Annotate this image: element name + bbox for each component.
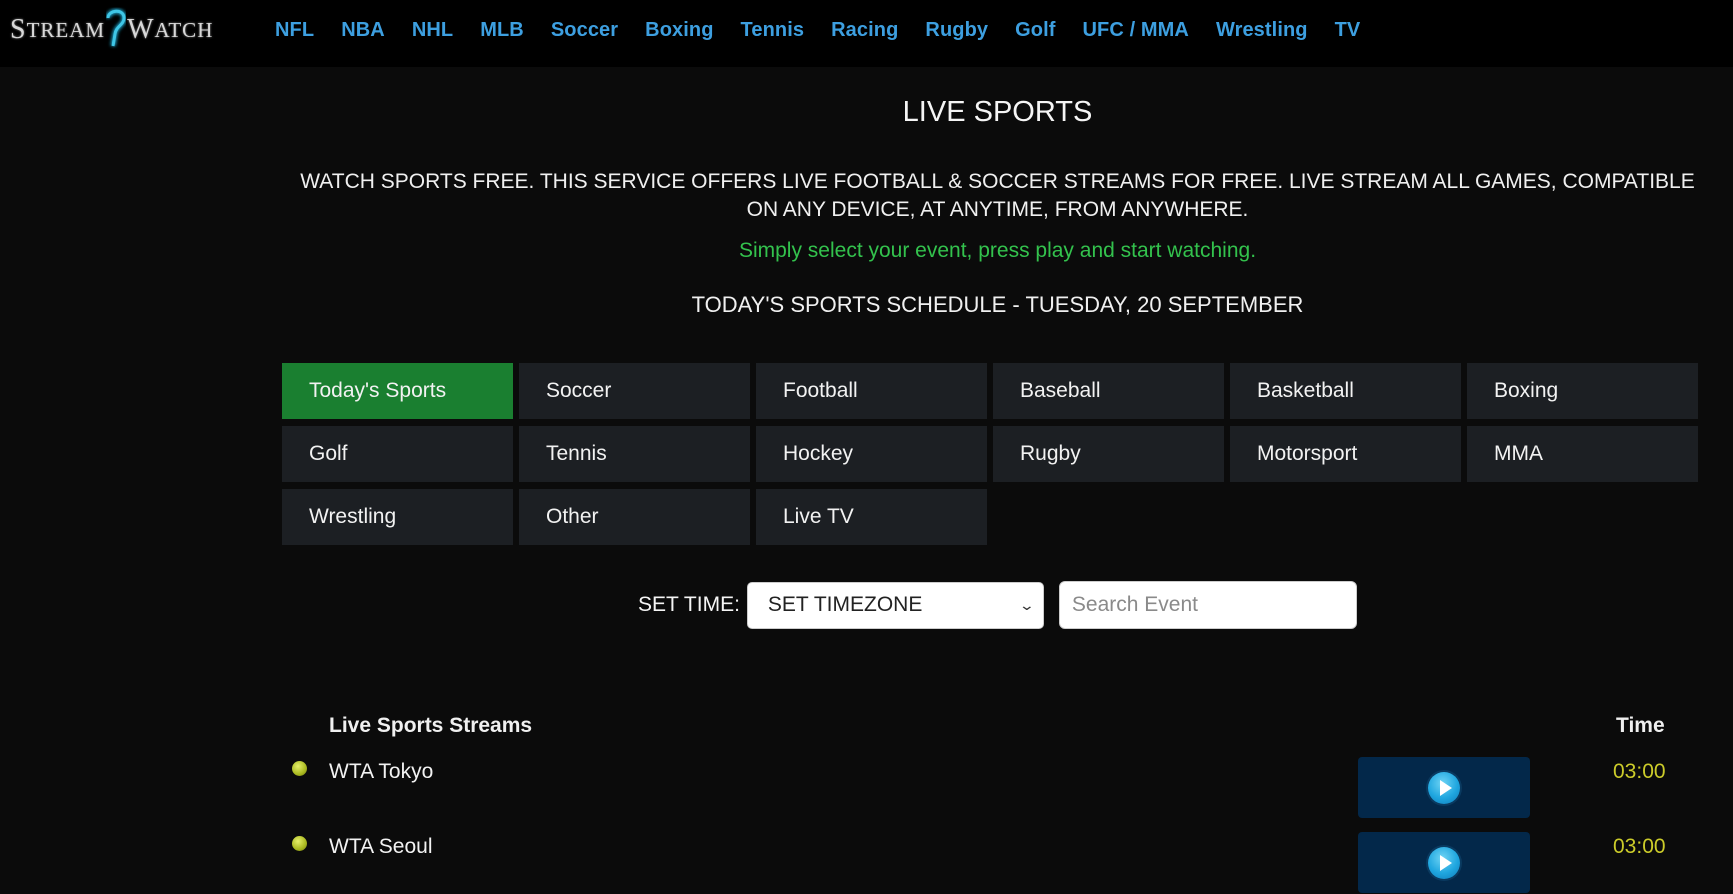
event-time: 03:00: [1613, 760, 1666, 783]
event-name[interactable]: WTA Tokyo: [329, 760, 433, 784]
event-row: WTA Tokyo 03:00: [0, 757, 1733, 819]
page-title: LIVE SPORTS: [902, 96, 1093, 128]
logo-text: TREAM: [26, 17, 106, 42]
nav-link-golf[interactable]: Golf: [1015, 19, 1055, 42]
nav-link-mlb[interactable]: MLB: [480, 19, 524, 42]
category-motorsport[interactable]: Motorsport: [1230, 426, 1461, 482]
tagline-text: Simply select your event, press play and…: [738, 239, 1257, 262]
site-logo[interactable]: S TREAM W ATCH: [10, 8, 214, 50]
event-time: 03:00: [1613, 835, 1666, 858]
play-button[interactable]: [1358, 832, 1530, 893]
category-other[interactable]: Other: [519, 489, 750, 545]
category-mma[interactable]: MMA: [1467, 426, 1698, 482]
category-football[interactable]: Football: [756, 363, 987, 419]
category-baseball[interactable]: Baseball: [993, 363, 1224, 419]
category-tennis[interactable]: Tennis: [519, 426, 750, 482]
event-row: WTA Seoul 03:00: [0, 832, 1733, 894]
logo-text: ATCH: [154, 17, 214, 42]
schedule-heading: TODAY'S SPORTS SCHEDULE - TUESDAY, 20 SE…: [691, 292, 1304, 317]
nav-link-ufc-mma[interactable]: UFC / MMA: [1083, 19, 1189, 42]
play-icon: [1428, 771, 1460, 804]
timezone-selected-value: SET TIMEZONE: [767, 593, 923, 616]
category-grid: Today's Sports Soccer Football Baseball …: [282, 363, 1698, 545]
logo-question-mark-icon: [103, 8, 129, 50]
top-navigation-bar: S TREAM W ATCH NFL NBA NHL MLB Soccer Boxi…: [0, 0, 1733, 67]
nav-link-tv[interactable]: TV: [1335, 19, 1361, 42]
nav-link-nfl[interactable]: NFL: [275, 19, 314, 42]
category-boxing[interactable]: Boxing: [1467, 363, 1698, 419]
chevron-down-icon: ⌄: [1018, 596, 1036, 613]
nav-link-wrestling[interactable]: Wrestling: [1216, 19, 1308, 42]
filter-bar: SET TIME: SET TIMEZONE ⌄: [638, 581, 1357, 629]
nav-link-boxing[interactable]: Boxing: [645, 19, 713, 42]
play-button[interactable]: [1358, 757, 1530, 818]
category-golf[interactable]: Golf: [282, 426, 513, 482]
nav-link-racing[interactable]: Racing: [831, 19, 898, 42]
tennis-ball-icon: [292, 836, 307, 851]
category-wrestling[interactable]: Wrestling: [282, 489, 513, 545]
nav-link-tennis[interactable]: Tennis: [741, 19, 805, 42]
nav-link-rugby[interactable]: Rugby: [925, 19, 988, 42]
category-todays-sports[interactable]: Today's Sports: [282, 363, 513, 419]
nav-link-soccer[interactable]: Soccer: [551, 19, 618, 42]
logo-text: W: [127, 14, 155, 45]
category-live-tv[interactable]: Live TV: [756, 489, 987, 545]
tennis-ball-icon: [292, 761, 307, 776]
nav-link-nba[interactable]: NBA: [341, 19, 385, 42]
timezone-select[interactable]: SET TIMEZONE ⌄: [746, 581, 1044, 629]
search-event-input[interactable]: [1058, 581, 1357, 629]
event-name[interactable]: WTA Seoul: [329, 835, 432, 859]
nav-link-nhl[interactable]: NHL: [412, 19, 453, 42]
category-basketball[interactable]: Basketball: [1230, 363, 1461, 419]
category-soccer[interactable]: Soccer: [519, 363, 750, 419]
intro-text: WATCH SPORTS FREE. THIS SERVICE OFFERS L…: [300, 170, 1695, 221]
play-icon: [1428, 846, 1460, 879]
time-column-header: Time: [1616, 714, 1665, 737]
category-hockey[interactable]: Hockey: [756, 426, 987, 482]
logo-text: S: [10, 14, 27, 45]
set-time-label: SET TIME:: [638, 593, 740, 616]
category-rugby[interactable]: Rugby: [993, 426, 1224, 482]
streams-column-header: Live Sports Streams: [329, 714, 533, 737]
main-nav: NFL NBA NHL MLB Soccer Boxing Tennis Rac…: [275, 16, 1387, 44]
